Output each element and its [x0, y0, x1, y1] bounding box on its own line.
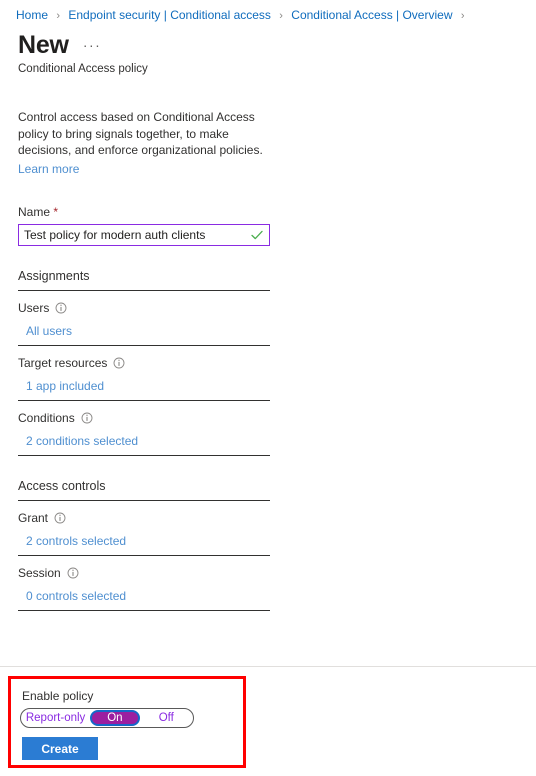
name-input[interactable]	[19, 224, 248, 245]
assignments-row-users-label: Users	[18, 300, 270, 316]
toggle-option-report-only[interactable]: Report-only	[21, 711, 90, 725]
divider	[18, 289, 270, 291]
policy-form: Control access based on Conditional Acce…	[0, 109, 270, 611]
target-resources-label-text: Target resources	[18, 355, 108, 370]
info-icon[interactable]	[81, 412, 93, 424]
name-input-wrapper[interactable]	[18, 223, 270, 246]
assignments-row-users-value[interactable]: All users	[26, 323, 72, 339]
name-label-text: Name	[18, 204, 51, 219]
assignments-row-conditions-value[interactable]: 2 conditions selected	[26, 433, 138, 449]
create-button[interactable]: Create	[22, 737, 98, 760]
access-controls-row-grant-value[interactable]: 2 controls selected	[26, 533, 126, 549]
divider	[18, 454, 270, 456]
access-controls-row-session-label: Session	[18, 565, 270, 581]
info-icon[interactable]	[113, 357, 125, 369]
toggle-option-on[interactable]: On	[90, 710, 140, 726]
more-options-icon[interactable]: ···	[83, 37, 102, 53]
breadcrumb-separator-icon: ›	[56, 10, 61, 22]
required-marker: *	[53, 204, 59, 219]
divider	[18, 499, 270, 501]
breadcrumb: Home › Endpoint security | Conditional a…	[0, 0, 536, 24]
breadcrumb-item-endpoint-security[interactable]: Endpoint security | Conditional access	[68, 8, 271, 22]
checkmark-icon	[248, 226, 266, 244]
enable-policy-highlight-box: Enable policy Report-only On Off Create	[8, 676, 246, 768]
breadcrumb-separator-icon: ›	[279, 10, 283, 22]
assignments-heading: Assignments	[18, 268, 90, 283]
intro-description: Control access based on Conditional Acce…	[18, 110, 263, 157]
info-icon[interactable]	[55, 302, 67, 314]
toggle-option-off[interactable]: Off	[140, 711, 193, 725]
access-controls-row-grant-label: Grant	[18, 510, 270, 526]
page-title: New	[18, 31, 69, 59]
access-controls-heading: Access controls	[18, 478, 106, 493]
breadcrumb-separator-icon: ›	[460, 10, 465, 22]
divider	[18, 554, 270, 556]
grant-label-text: Grant	[18, 510, 49, 525]
divider	[18, 344, 270, 346]
info-icon[interactable]	[54, 512, 66, 524]
learn-more-link[interactable]: Learn more	[18, 161, 79, 177]
page-subtitle: Conditional Access policy	[18, 63, 148, 75]
enable-policy-label: Enable policy	[22, 689, 94, 703]
name-field-label: Name *	[18, 204, 270, 220]
divider	[18, 399, 270, 401]
footer-divider	[0, 666, 536, 667]
enable-policy-toggle[interactable]: Report-only On Off	[20, 708, 194, 728]
users-label-text: Users	[18, 300, 50, 315]
assignments-row-conditions-label: Conditions	[18, 410, 270, 426]
assignments-row-target-resources-value[interactable]: 1 app included	[26, 378, 104, 394]
access-controls-row-session-value[interactable]: 0 controls selected	[26, 588, 126, 604]
breadcrumb-item-conditional-access-overview[interactable]: Conditional Access | Overview	[291, 8, 452, 22]
assignments-row-target-resources-label: Target resources	[18, 355, 270, 371]
divider	[18, 609, 270, 611]
conditions-label-text: Conditions	[18, 410, 75, 425]
info-icon[interactable]	[67, 567, 79, 579]
session-label-text: Session	[18, 565, 61, 580]
page-header: New ···	[0, 24, 536, 60]
breadcrumb-item-home[interactable]: Home	[16, 8, 48, 22]
